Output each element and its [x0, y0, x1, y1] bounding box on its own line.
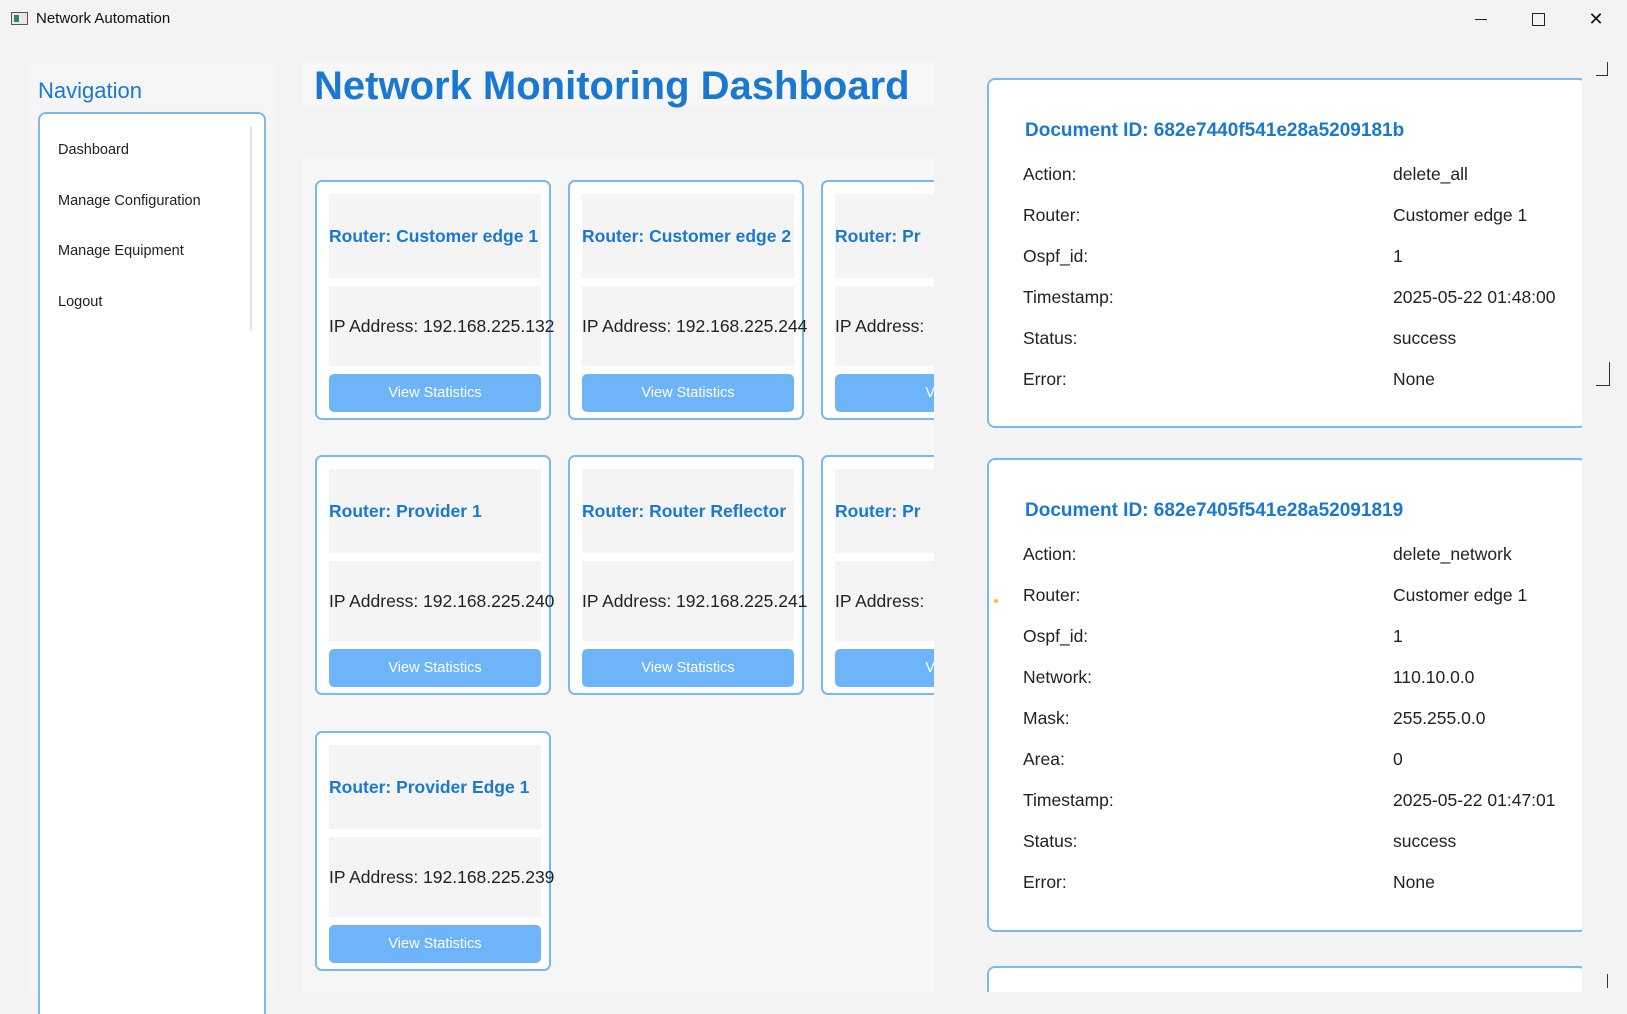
document-id: Document ID: 682e7405f541e28a52091819	[1025, 500, 1404, 521]
nav-item-logout[interactable]: Logout	[58, 294, 102, 310]
router-card: Router: Provider 1 IP Address: 192.168.2…	[315, 455, 555, 695]
router-name: Router: Router Reflector	[582, 501, 787, 521]
router-ip: IP Address:	[835, 591, 925, 611]
field-label: Timestamp:	[1023, 790, 1114, 810]
field-value: None	[1393, 872, 1435, 892]
field-label: Router:	[1023, 205, 1081, 225]
field-label: Error:	[1023, 872, 1067, 892]
scroll-up-arrow[interactable]	[1596, 62, 1608, 76]
field-value: Customer edge 1	[1393, 585, 1528, 605]
document-id: Document ID: 682e7440f541e28a5209181b	[1025, 120, 1405, 141]
document-card: Document ID: 682e7440f541e28a5209181b Ac…	[987, 78, 1582, 428]
nav-item-dashboard[interactable]: Dashboard	[58, 142, 129, 158]
router-ip: IP Address: 192.168.225.240	[329, 591, 555, 611]
router-name: Router: Pr	[835, 226, 921, 246]
close-button[interactable]: ✕	[1567, 0, 1625, 38]
field-label: Router:	[1023, 585, 1081, 605]
nav-item-manage-equipment[interactable]: Manage Equipment	[58, 243, 184, 259]
window-title: Network Automation	[36, 10, 171, 27]
page-header: Network Monitoring Dashboard	[302, 62, 934, 108]
field-value: 110.10.0.0	[1393, 667, 1475, 687]
router-name: Router: Customer edge 1	[329, 226, 539, 246]
router-name: Router: Provider 1	[329, 501, 482, 521]
document-card	[987, 966, 1582, 992]
router-name: Router: Customer edge 2	[582, 226, 792, 246]
view-statistics-button[interactable]: View Statistics	[582, 374, 794, 412]
title-bar: Network Automation ✕	[0, 0, 1627, 38]
view-statistics-button[interactable]: View Statistics	[329, 649, 541, 687]
field-value: 0	[1393, 749, 1403, 769]
close-icon: ✕	[1588, 8, 1604, 29]
field-label: Error:	[1023, 369, 1067, 389]
document-scrollbar[interactable]	[1596, 62, 1610, 992]
router-ip: IP Address: 192.168.225.241	[582, 591, 808, 611]
view-statistics-button[interactable]: View Statistics	[329, 925, 541, 963]
field-label: Area:	[1023, 749, 1065, 769]
field-value: 2025-05-22 01:48:00	[1393, 287, 1556, 307]
maximize-button[interactable]	[1509, 0, 1567, 38]
router-cards-area: Router: Customer edge 1 IP Address: 192.…	[302, 158, 934, 992]
router-ip: IP Address: 192.168.225.132	[329, 316, 555, 336]
field-label: Mask:	[1023, 708, 1070, 728]
field-label: Timestamp:	[1023, 287, 1114, 307]
field-label: Status:	[1023, 831, 1078, 851]
document-log-area: Document ID: 682e7440f541e28a5209181b Ac…	[960, 62, 1582, 992]
navigation-list: Dashboard Manage Configuration Manage Eq…	[38, 112, 266, 1014]
field-value: None	[1393, 369, 1435, 389]
field-value: 255.255.0.0	[1393, 708, 1486, 728]
field-value: success	[1393, 831, 1457, 851]
router-name: Router: Pr	[835, 501, 921, 521]
scroll-down-arrow[interactable]	[1596, 974, 1608, 988]
router-ip: IP Address:	[835, 316, 925, 336]
view-statistics-button[interactable]: View	[835, 374, 934, 412]
scroll-thumb[interactable]	[1596, 362, 1610, 386]
minimize-icon	[1475, 18, 1487, 20]
field-label: Network:	[1023, 667, 1093, 687]
navigation-panel: Navigation Dashboard Manage Configuratio…	[27, 62, 275, 1014]
view-statistics-button[interactable]: View Statistics	[329, 374, 541, 412]
field-label: Action:	[1023, 164, 1077, 184]
field-label: Action:	[1023, 544, 1077, 564]
field-value: 1	[1393, 246, 1403, 266]
document-card: Document ID: 682e7405f541e28a52091819 Ac…	[987, 458, 1582, 932]
router-name: Router: Provider Edge 1	[329, 777, 530, 797]
app-icon	[11, 12, 28, 25]
router-card: Router: Pr IP Address: View	[821, 455, 934, 695]
field-label: Ospf_id:	[1023, 626, 1089, 646]
field-value: success	[1393, 328, 1457, 348]
field-value: 2025-05-22 01:47:01	[1393, 790, 1556, 810]
view-statistics-button[interactable]: View	[835, 649, 934, 687]
field-value: 1	[1393, 626, 1403, 646]
field-value: delete_all	[1393, 164, 1468, 184]
view-statistics-button[interactable]: View Statistics	[582, 649, 794, 687]
router-ip: IP Address: 192.168.225.239	[329, 867, 555, 887]
navigation-scrollbar[interactable]	[250, 126, 252, 331]
router-card: Router: Provider Edge 1 IP Address: 192.…	[315, 731, 555, 971]
field-label: Ospf_id:	[1023, 246, 1089, 266]
cursor-dot	[994, 599, 998, 603]
router-card: Router: Customer edge 2 IP Address: 192.…	[568, 180, 808, 420]
minimize-button[interactable]	[1452, 0, 1510, 38]
router-ip: IP Address: 192.168.225.244	[582, 316, 808, 336]
navigation-title: Navigation	[38, 78, 142, 103]
field-value: delete_network	[1393, 544, 1512, 564]
field-value: Customer edge 1	[1393, 205, 1528, 225]
router-card: Router: Pr IP Address: View	[821, 180, 934, 420]
router-card: Router: Router Reflector IP Address: 192…	[568, 455, 808, 695]
nav-item-manage-configuration[interactable]: Manage Configuration	[58, 193, 201, 209]
field-label: Status:	[1023, 328, 1078, 348]
maximize-icon	[1531, 12, 1545, 26]
router-card: Router: Customer edge 1 IP Address: 192.…	[315, 180, 555, 420]
page-title: Network Monitoring Dashboard	[314, 64, 910, 108]
